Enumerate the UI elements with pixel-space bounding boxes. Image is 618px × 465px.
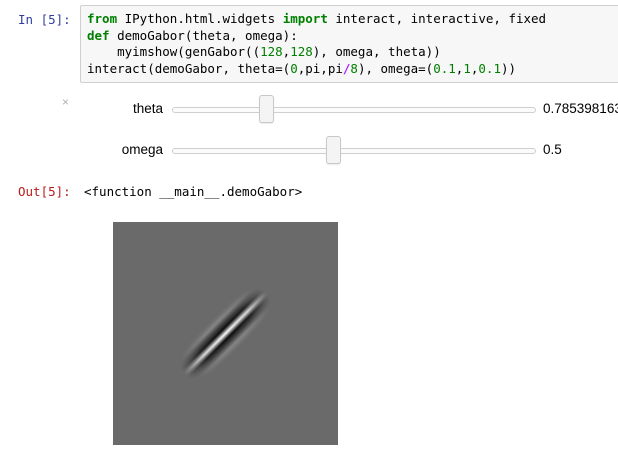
code-line: interact(demoGabor, theta=(0,pi,pi/8), o…: [87, 61, 516, 76]
output-text: <function __main__.demoGabor>: [84, 184, 303, 199]
code-token: from: [87, 11, 118, 26]
code-token: demoGabor(theta, omega):: [109, 27, 298, 43]
code-token: 1: [463, 60, 471, 76]
input-prompt: In [5]:: [18, 12, 71, 27]
theta-slider-handle[interactable]: [258, 95, 274, 123]
code-token: import: [282, 11, 328, 26]
close-widget-icon[interactable]: ×: [62, 95, 69, 109]
code-token: 0.1: [433, 60, 456, 76]
theta-slider-label: theta: [132, 101, 163, 116]
output-prompt: Out[5]:: [18, 184, 71, 199]
code-token: myimshow(genGabor((: [87, 44, 261, 59]
code-editor[interactable]: from IPython.html.widgets import interac…: [87, 11, 546, 77]
theta-slider-track[interactable]: [172, 107, 536, 113]
code-line: from IPython.html.widgets import interac…: [87, 11, 546, 26]
code-line: def demoGabor(theta, omega):: [87, 28, 298, 43]
code-token: def: [87, 27, 110, 43]
code-token: 128: [260, 44, 283, 59]
code-token: interact, interactive, fixed: [327, 11, 547, 26]
code-token: IPython.html.widgets: [117, 11, 283, 26]
code-token: )): [500, 60, 517, 76]
code-line: myimshow(genGabor((128,128), omega, thet…: [87, 44, 441, 59]
code-token: 128: [290, 44, 313, 59]
code-token: ,pi,pi: [297, 60, 343, 76]
omega-slider-handle[interactable]: [326, 136, 342, 164]
code-token: 0.1: [478, 60, 501, 76]
code-token: 8: [350, 60, 358, 76]
omega-slider-track[interactable]: [172, 148, 536, 154]
omega-value: 0.5: [543, 142, 562, 157]
code-token: ), omega, theta)): [312, 44, 441, 59]
omega-slider-label: omega: [121, 142, 163, 157]
code-token: ), omega=(: [357, 60, 434, 76]
code-token: 0: [290, 60, 298, 76]
theta-value: 0.785398163397: [543, 101, 618, 116]
gabor-image: [113, 222, 338, 445]
code-input-area[interactable]: from IPython.html.widgets import interac…: [80, 5, 618, 83]
code-token: interact(demoGabor, theta=(: [87, 60, 291, 76]
